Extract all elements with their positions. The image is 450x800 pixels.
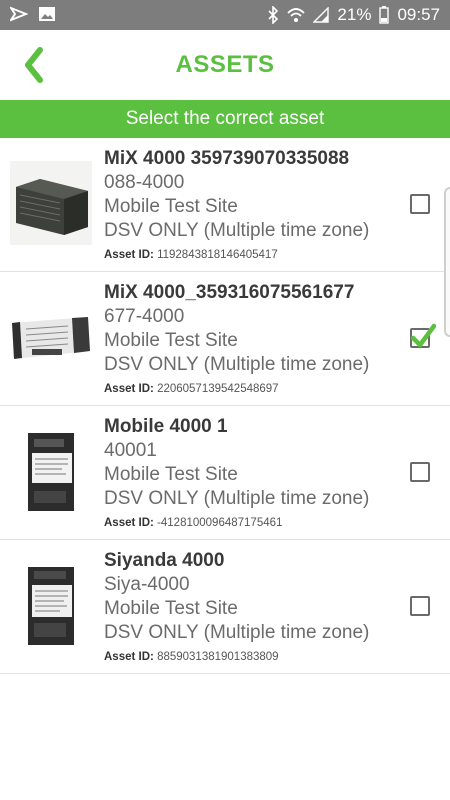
checkmark-icon	[410, 323, 436, 348]
asset-checkbox[interactable]	[410, 323, 436, 348]
asset-details: MiX 4000_359316075561677 677-4000 Mobile…	[104, 281, 404, 399]
asset-id-label: Asset ID:	[104, 249, 154, 261]
asset-code: 677-4000	[104, 306, 185, 327]
asset-row[interactable]: Mobile 4000 1 40001 Mobile Test Site DSV…	[0, 406, 450, 540]
asset-group: DSV ONLY (Multiple time zone)	[104, 354, 370, 375]
asset-site: Mobile Test Site	[104, 598, 238, 619]
image-icon	[38, 6, 56, 22]
asset-checkbox[interactable]	[410, 462, 430, 482]
asset-row[interactable]: MiX 4000 359739070335088 088-4000 Mobile…	[0, 138, 450, 272]
asset-id-value: 1192843818146405417	[157, 249, 278, 261]
asset-name: Siyanda 4000	[104, 550, 225, 571]
app-header: ASSETS	[0, 30, 450, 100]
asset-id-value: -4128100096487175461	[157, 517, 283, 529]
asset-site: Mobile Test Site	[104, 330, 238, 351]
asset-id: Asset ID: -4128100096487175461	[104, 513, 404, 533]
status-bar: 21% 09:57	[0, 0, 450, 30]
asset-id-label: Asset ID:	[104, 383, 154, 395]
asset-checkbox[interactable]	[410, 194, 430, 214]
asset-id-label: Asset ID:	[104, 651, 154, 663]
asset-details: Mobile 4000 1 40001 Mobile Test Site DSV…	[104, 415, 404, 533]
asset-thumbnail	[10, 295, 92, 379]
asset-id: Asset ID: 8859031381901383809	[104, 647, 404, 667]
scroll-handle[interactable]	[444, 187, 450, 337]
asset-thumbnail	[10, 563, 92, 647]
asset-details: MiX 4000 359739070335088 088-4000 Mobile…	[104, 147, 404, 265]
asset-id: Asset ID: 2206057139542548697	[104, 379, 404, 399]
asset-code: 088-4000	[104, 172, 185, 193]
asset-code: 40001	[104, 440, 157, 461]
asset-details: Siyanda 4000 Siya-4000 Mobile Test Site …	[104, 549, 404, 667]
asset-group: DSV ONLY (Multiple time zone)	[104, 220, 370, 241]
instruction-banner: Select the correct asset	[0, 100, 450, 138]
bluetooth-icon	[267, 6, 279, 24]
clock: 09:57	[397, 5, 440, 24]
battery-icon	[379, 6, 390, 24]
asset-checkbox[interactable]	[410, 596, 430, 616]
asset-thumbnail	[10, 161, 92, 245]
asset-code: Siya-4000	[104, 574, 190, 595]
asset-site: Mobile Test Site	[104, 464, 238, 485]
back-button[interactable]	[18, 44, 54, 86]
wifi-icon	[287, 7, 306, 23]
page-title: ASSETS	[175, 51, 275, 78]
asset-name: MiX 4000 359739070335088	[104, 148, 350, 169]
asset-thumbnail	[10, 429, 92, 513]
asset-list: MiX 4000 359739070335088 088-4000 Mobile…	[0, 138, 450, 674]
asset-group: DSV ONLY (Multiple time zone)	[104, 622, 370, 643]
asset-id: Asset ID: 1192843818146405417	[104, 245, 404, 265]
asset-row[interactable]: Siyanda 4000 Siya-4000 Mobile Test Site …	[0, 540, 450, 674]
signal-icon	[313, 7, 330, 23]
battery-percent: 21%	[337, 5, 372, 24]
asset-name: Mobile 4000 1	[104, 416, 228, 437]
chevron-left-icon	[25, 47, 43, 83]
asset-row[interactable]: MiX 4000_359316075561677 677-4000 Mobile…	[0, 272, 450, 406]
asset-site: Mobile Test Site	[104, 196, 238, 217]
asset-name: MiX 4000_359316075561677	[104, 282, 355, 303]
navigation-icon	[10, 6, 28, 22]
asset-id-value: 2206057139542548697	[157, 383, 279, 395]
asset-id-value: 8859031381901383809	[157, 651, 279, 663]
asset-id-label: Asset ID:	[104, 517, 154, 529]
asset-group: DSV ONLY (Multiple time zone)	[104, 488, 370, 509]
